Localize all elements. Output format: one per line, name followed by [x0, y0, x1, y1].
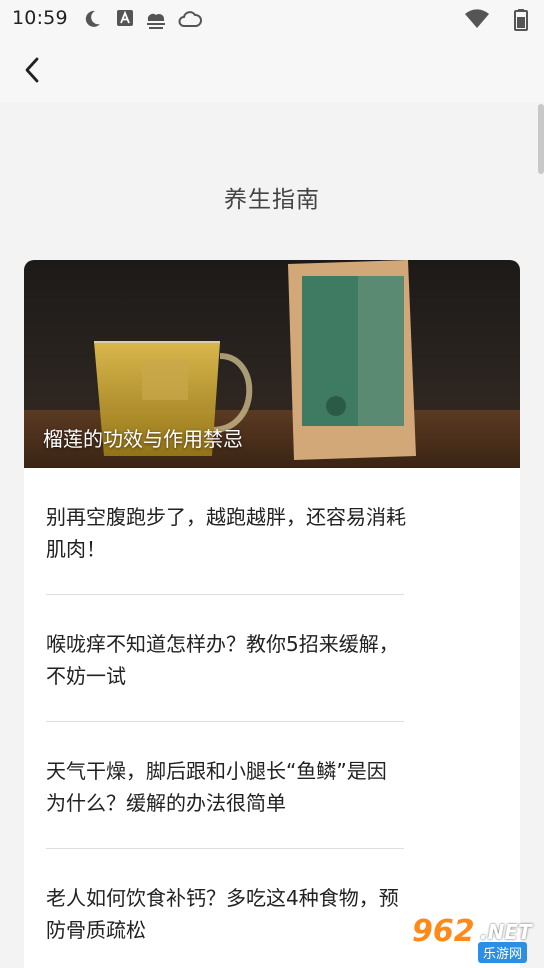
article-title: 老人如何饮食补钙？多吃这4种食物，预防骨质疏松 [46, 886, 399, 942]
page-title: 养生指南 [224, 187, 320, 213]
watermark-number: 962 [412, 914, 475, 949]
list-item[interactable]: 喉咙痒不知道怎样办？教你5招来缓解，不妨一试 [24, 595, 520, 722]
app-bar [0, 38, 544, 102]
a-badge-icon [117, 10, 133, 26]
cloud-icon [178, 11, 202, 27]
chevron-left-icon [25, 57, 39, 83]
wifi-icon [465, 9, 489, 28]
featured-article[interactable]: 榴莲的功效与作用禁忌 [24, 260, 520, 468]
back-button[interactable] [14, 52, 50, 88]
featured-caption: 榴莲的功效与作用禁忌 [43, 427, 243, 451]
article-title: 别再空腹跑步了，越跑越胖，还容易消耗肌肉！ [46, 505, 406, 561]
article-title: 天气干燥，脚后跟和小腿长“鱼鳞”是因为什么？缓解的办法很简单 [46, 759, 387, 815]
list-item[interactable]: 天气干燥，脚后跟和小腿长“鱼鳞”是因为什么？缓解的办法很简单 [24, 722, 520, 849]
article-list: 别再空腹跑步了，越跑越胖，还容易消耗肌肉！ 喉咙痒不知道怎样办？教你5招来缓解，… [24, 468, 520, 968]
scrollbar[interactable] [538, 104, 544, 174]
list-item[interactable]: 别再空腹跑步了，越跑越胖，还容易消耗肌肉！ [24, 468, 520, 595]
watermark-net: .NET [480, 920, 532, 944]
weather-icon [147, 13, 165, 29]
status-bar: 10:59 [0, 0, 544, 38]
moon-icon [85, 10, 100, 27]
battery-icon [514, 9, 528, 31]
watermark-sub: 乐游网 [478, 942, 528, 963]
status-time: 10:59 [12, 7, 68, 29]
article-card: 榴莲的功效与作用禁忌 别再空腹跑步了，越跑越胖，还容易消耗肌肉！ 喉咙痒不知道怎… [24, 260, 520, 968]
article-title: 喉咙痒不知道怎样办？教你5招来缓解，不妨一试 [46, 632, 399, 688]
watermark-logo: 962 .NET 乐游网 [402, 912, 540, 966]
